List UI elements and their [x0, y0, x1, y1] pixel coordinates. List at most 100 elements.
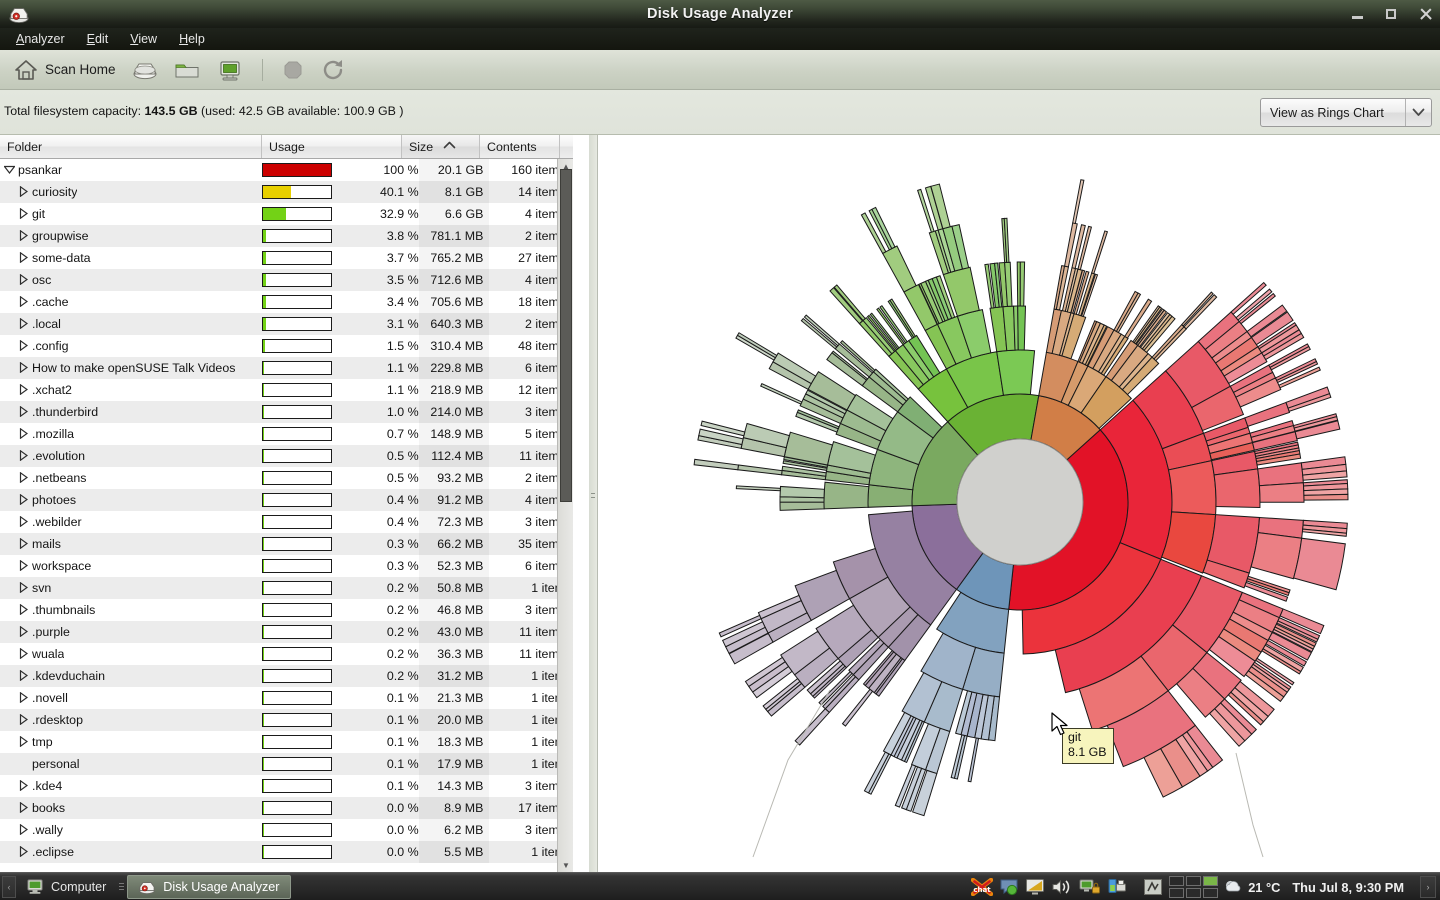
view-mode-select[interactable]: View as Rings Chart — [1260, 98, 1432, 127]
show-desktop-button[interactable]: ‹ — [2, 875, 16, 898]
table-row[interactable]: books 0.0 % 8.9 MB 17 items — [0, 797, 573, 819]
table-row[interactable]: mails 0.3 % 66.2 MB 35 items — [0, 533, 573, 555]
ring-sector[interactable] — [1167, 460, 1217, 516]
expander-collapsed-icon[interactable] — [14, 669, 32, 683]
ring-sector[interactable] — [833, 284, 866, 322]
table-row[interactable]: .evolution 0.5 % 112.4 MB 11 items — [0, 445, 573, 467]
column-header-contents[interactable]: Contents — [480, 135, 560, 158]
expander-collapsed-icon[interactable] — [14, 405, 32, 419]
scan-filesystem-button[interactable] — [126, 55, 164, 85]
maximize-button[interactable] — [1384, 6, 1400, 22]
menu-help[interactable]: Help — [169, 30, 215, 48]
table-row[interactable]: .kdevduchain 0.2 % 31.2 MB 1 item — [0, 665, 573, 687]
ring-sector[interactable] — [735, 334, 777, 361]
ring-sector[interactable] — [823, 481, 870, 510]
table-row[interactable]: groupwise 3.8 % 781.1 MB 2 items — [0, 225, 573, 247]
scroll-down-icon[interactable]: ▼ — [558, 858, 574, 872]
ring-sector[interactable] — [1293, 537, 1346, 591]
ring-sector[interactable] — [1213, 468, 1261, 509]
expander-collapsed-icon[interactable] — [14, 691, 32, 705]
expander-collapsed-icon[interactable] — [14, 801, 32, 815]
expander-collapsed-icon[interactable] — [14, 383, 32, 397]
table-row[interactable]: svn 0.2 % 50.8 MB 1 item — [0, 577, 573, 599]
expander-collapsed-icon[interactable] — [14, 735, 32, 749]
expander-collapsed-icon[interactable] — [14, 823, 32, 837]
ring-sector[interactable] — [693, 458, 739, 471]
table-row[interactable]: .eclipse 0.0 % 5.5 MB 1 item — [0, 841, 573, 863]
folder-rows[interactable]: psankar 100 % 20.1 GB 160 items curiosity 40.… — [0, 159, 573, 872]
column-header-folder[interactable]: Folder — [0, 135, 262, 158]
ring-sector[interactable] — [1180, 291, 1214, 327]
table-row[interactable]: .rdesktop 0.1 % 20.0 MB 1 item — [0, 709, 573, 731]
menu-view[interactable]: View — [120, 30, 167, 48]
expander-collapsed-icon[interactable] — [14, 273, 32, 287]
table-row[interactable]: personal 0.1 % 17.9 MB 1 item — [0, 753, 573, 775]
expander-collapsed-icon[interactable] — [14, 295, 32, 309]
expander-collapsed-icon[interactable] — [14, 251, 32, 265]
xchat-icon[interactable]: chat — [971, 878, 994, 896]
workspace-4[interactable] — [1169, 888, 1185, 898]
minimize-button[interactable] — [1350, 6, 1366, 22]
workspace-switcher[interactable] — [1169, 876, 1219, 898]
table-row[interactable]: .kde4 0.1 % 14.3 MB 3 items — [0, 775, 573, 797]
printer-icon[interactable] — [1107, 878, 1127, 896]
display-icon[interactable] — [1025, 878, 1045, 896]
rings-chart-center[interactable] — [956, 438, 1084, 566]
table-row[interactable]: How to make openSUSE Talk Videos 1.1 % 229… — [0, 357, 573, 379]
menu-analyzer[interactable]: Analyzer — [6, 30, 75, 48]
table-row[interactable]: git 32.9 % 6.6 GB 4 items — [0, 203, 573, 225]
ring-sector[interactable] — [779, 485, 825, 499]
ring-sector[interactable] — [1017, 305, 1027, 351]
expander-collapsed-icon[interactable] — [14, 559, 32, 573]
ring-sector[interactable] — [1019, 261, 1026, 307]
ring-sector[interactable] — [779, 501, 825, 511]
ring-sector[interactable] — [996, 349, 1036, 396]
expander-collapsed-icon[interactable] — [14, 427, 32, 441]
table-row[interactable]: tmp 0.1 % 18.3 MB 1 item — [0, 731, 573, 753]
table-row[interactable]: wuala 0.2 % 36.3 MB 11 items — [0, 643, 573, 665]
workspace-2[interactable] — [1186, 876, 1202, 886]
expander-collapsed-icon[interactable] — [14, 207, 32, 221]
ring-sector[interactable] — [1183, 294, 1218, 330]
pane-splitter[interactable] — [589, 135, 597, 872]
expander-collapsed-icon[interactable] — [14, 339, 32, 353]
expander-collapsed-icon[interactable] — [14, 647, 32, 661]
workspace-1[interactable] — [1169, 876, 1185, 886]
scan-folder-button[interactable] — [168, 55, 206, 85]
expander-collapsed-icon[interactable] — [14, 537, 32, 551]
menu-edit[interactable]: Edit — [77, 30, 119, 48]
expander-collapsed-icon[interactable] — [14, 317, 32, 331]
taskbar-item-computer[interactable]: Computer — [16, 875, 116, 899]
expander-collapsed-icon[interactable] — [14, 779, 32, 793]
ring-sector[interactable] — [736, 332, 778, 359]
table-row[interactable]: curiosity 40.1 % 8.1 GB 14 items — [0, 181, 573, 203]
stop-button[interactable] — [275, 55, 311, 85]
weather-icon[interactable] — [1224, 879, 1242, 895]
ring-sector[interactable] — [967, 737, 980, 783]
table-row[interactable]: .config 1.5 % 310.4 MB 48 items — [0, 335, 573, 357]
expander-expanded-icon[interactable] — [0, 165, 18, 176]
ring-sector[interactable] — [1250, 532, 1303, 580]
workspace-3[interactable] — [1203, 876, 1219, 886]
ring-sector[interactable] — [881, 245, 917, 293]
rings-chart-pane[interactable] — [597, 135, 1440, 872]
table-row[interactable]: some-data 3.7 % 765.2 MB 27 items — [0, 247, 573, 269]
column-header-usage[interactable]: Usage — [262, 135, 402, 158]
table-row[interactable]: .xchat2 1.1 % 218.9 MB 12 items — [0, 379, 573, 401]
table-row[interactable]: .local 3.1 % 640.3 MB 2 items — [0, 313, 573, 335]
ring-sector[interactable] — [871, 206, 896, 250]
table-row[interactable]: .thunderbird 1.0 % 214.0 MB 3 items — [0, 401, 573, 423]
ring-sector[interactable] — [863, 751, 890, 794]
ring-sector[interactable] — [1115, 292, 1142, 334]
workspace-6[interactable] — [1203, 888, 1219, 898]
table-row[interactable]: .webilder 0.4 % 72.3 MB 3 items — [0, 511, 573, 533]
table-row[interactable]: .purple 0.2 % 43.0 MB 11 items — [0, 621, 573, 643]
expander-collapsed-icon[interactable] — [14, 471, 32, 485]
expander-collapsed-icon[interactable] — [14, 361, 32, 375]
rings-chart[interactable] — [598, 135, 1440, 872]
ring-sector[interactable] — [1244, 401, 1291, 427]
close-button[interactable] — [1418, 6, 1434, 22]
workspace-5[interactable] — [1186, 888, 1202, 898]
ring-sector[interactable] — [1258, 482, 1305, 503]
expander-collapsed-icon[interactable] — [14, 713, 32, 727]
